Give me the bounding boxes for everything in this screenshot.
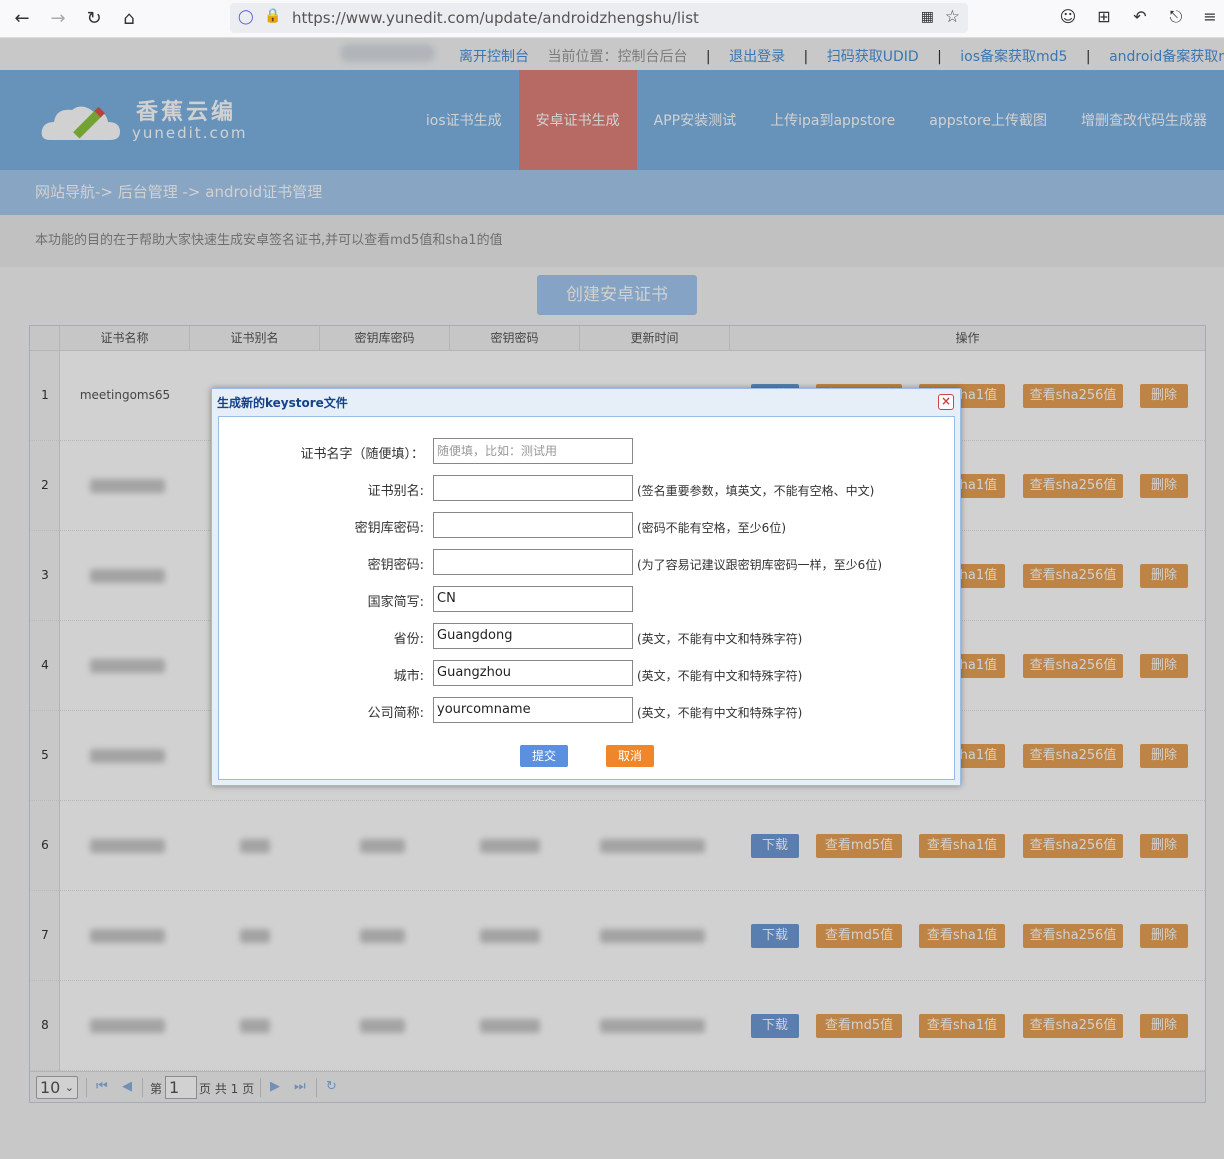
qr-icon[interactable]: ▦ — [921, 9, 934, 25]
field-hint: (英文，不能有中文和特殊字符) — [637, 669, 803, 683]
form-row: 城市: Guangzhou (英文，不能有中文和特殊字符) — [219, 660, 956, 686]
form-row: 密钥库密码: (密码不能有空格，至少6位) — [219, 512, 956, 538]
crop-icon[interactable]: ⊞ — [1092, 7, 1116, 26]
dialog-body: 证书名字（随便填）： 随便填，比如：测试用证书别名: (签名重要参数，填英文，不能有… — [218, 416, 955, 780]
form-input[interactable] — [433, 549, 633, 575]
form-input[interactable]: Guangdong — [433, 623, 633, 649]
form-row: 国家简写: CN — [219, 586, 956, 612]
url-text[interactable]: https://www.yunedit.com/update/androidzh… — [292, 9, 699, 27]
star-icon[interactable]: ☆ — [945, 7, 960, 27]
undo-icon[interactable]: ↶ — [1128, 7, 1152, 26]
form-row: 公司简称: yourcomname (英文，不能有中文和特殊字符) — [219, 697, 956, 723]
field-label: 省份: — [393, 632, 424, 647]
form-row: 密钥密码: (为了容易记建议跟密钥库密码一样，至少6位) — [219, 549, 956, 575]
field-hint: (密码不能有空格，至少6位) — [637, 521, 786, 535]
field-label: 城市: — [393, 669, 424, 684]
form-input[interactable]: Guangzhou — [433, 660, 633, 686]
extensions-icon[interactable]: ⎋ — [1164, 7, 1188, 27]
shield-icon[interactable]: ◯ — [238, 9, 254, 25]
form-input[interactable]: CN — [433, 586, 633, 612]
dialog-title: 生成新的keystore文件 — [217, 396, 348, 410]
menu-icon[interactable]: ≡ — [1198, 7, 1222, 26]
submit-button[interactable]: 提交 — [520, 745, 568, 767]
field-hint: (为了容易记建议跟密钥库密码一样，至少6位) — [637, 558, 882, 572]
reload-icon[interactable]: ↻ — [82, 7, 106, 31]
form-input[interactable] — [433, 475, 633, 501]
field-label: 密钥密码: — [367, 558, 424, 573]
field-hint: (英文，不能有中文和特殊字符) — [637, 632, 803, 646]
form-row: 省份: Guangdong (英文，不能有中文和特殊字符) — [219, 623, 956, 649]
back-icon[interactable]: ← — [10, 7, 34, 31]
form-row: 证书名字（随便填）： 随便填，比如：测试用 — [219, 438, 956, 464]
form-input[interactable] — [433, 512, 633, 538]
field-label: 证书别名: — [367, 484, 424, 499]
field-label: 密钥库密码: — [354, 521, 424, 536]
field-label: 证书名字（随便填）： — [300, 447, 424, 462]
cancel-button[interactable]: 取消 — [606, 745, 654, 767]
keystore-dialog: 生成新的keystore文件 × 证书名字（随便填）： 随便填，比如：测试用证书别… — [211, 388, 961, 786]
browser-toolbar: ← → ↻ ⌂ ◯ 🔒 https://www.yunedit.com/upda… — [0, 0, 1224, 38]
field-label: 国家简写: — [367, 595, 424, 610]
forward-icon[interactable]: → — [46, 7, 70, 31]
address-bar[interactable]: ◯ 🔒 https://www.yunedit.com/update/andro… — [230, 3, 968, 33]
field-hint: (签名重要参数，填英文，不能有空格、中文) — [637, 484, 875, 498]
field-hint: (英文，不能有中文和特殊字符) — [637, 706, 803, 720]
form-input[interactable]: 随便填，比如：测试用 — [433, 438, 633, 464]
lock-icon[interactable]: 🔒 — [264, 8, 281, 24]
form-input[interactable]: yourcomname — [433, 697, 633, 723]
account-icon[interactable]: ☺ — [1056, 7, 1080, 26]
field-label: 公司简称: — [367, 706, 424, 721]
close-icon[interactable]: × — [938, 394, 954, 410]
home-icon[interactable]: ⌂ — [117, 7, 141, 31]
form-row: 证书别名: (签名重要参数，填英文，不能有空格、中文) — [219, 475, 956, 501]
